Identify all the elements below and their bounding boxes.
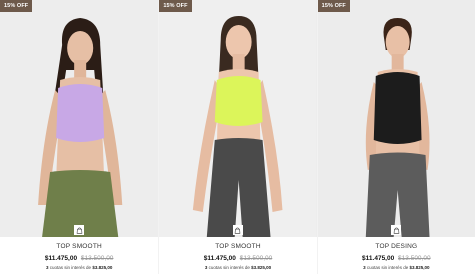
original-price: $13.500,00 [239, 255, 273, 262]
shopping-bag-icon [393, 227, 400, 234]
installments-text: cuotas sin interés de [49, 265, 92, 270]
product-info: TOP SMOOTH $11.475,00 $13.500,00 3 cuota… [159, 237, 316, 270]
price-row: $11.475,00 $13.500,00 [0, 255, 158, 262]
shopping-bag-icon [76, 227, 82, 234]
product-card[interactable]: 15% OFF TOP DESING $11.475,00 $13.500,00… [316, 0, 475, 274]
product-name[interactable]: TOP SMOOTH [159, 243, 316, 250]
installments-count: 3 [363, 265, 366, 270]
installments-text: cuotas sin interés de [366, 265, 409, 270]
installments-info: 3 cuotas sin interés de $3.825,00 [0, 265, 158, 270]
installments-count: 3 [204, 265, 208, 270]
product-card[interactable]: 15% OFF TOP SMOOTH $11.475,00 $13.500,00… [158, 0, 317, 274]
current-price: $11.475,00 [203, 255, 236, 262]
product-image[interactable]: 15% OFF [317, 0, 475, 237]
product-image[interactable]: 15% OFF [0, 0, 159, 237]
product-name[interactable]: TOP DESING [318, 243, 475, 250]
current-price: $11.475,00 [44, 255, 78, 262]
price-row: $11.475,00 $13.500,00 [318, 255, 475, 262]
discount-badge: 15% OFF [317, 0, 350, 12]
product-info: TOP SMOOTH $11.475,00 $13.500,00 3 cuota… [0, 237, 158, 270]
original-price: $13.500,00 [398, 255, 431, 262]
product-info: TOP DESING $11.475,00 $13.500,00 3 cuota… [318, 237, 475, 270]
installments-info: 3 cuotas sin interés de $3.825,00 [159, 265, 316, 270]
product-image[interactable]: 15% OFF [159, 0, 317, 237]
installments-info: 3 cuotas sin interés de $3.825,00 [318, 265, 475, 270]
original-price: $13.500,00 [80, 255, 114, 262]
add-to-cart-button[interactable] [232, 225, 243, 235]
installments-amount: $3.825,00 [251, 265, 272, 270]
product-name[interactable]: TOP SMOOTH [0, 243, 158, 250]
discount-badge: 15% OFF [0, 0, 33, 12]
add-to-cart-button[interactable] [391, 225, 402, 235]
current-price: $11.475,00 [362, 255, 395, 262]
installments-amount: $3.825,00 [409, 265, 430, 270]
installments-count: 3 [45, 265, 49, 270]
shopping-bag-icon [235, 227, 241, 234]
discount-badge: 15% OFF [159, 0, 192, 12]
price-row: $11.475,00 $13.500,00 [159, 255, 316, 262]
installments-text: cuotas sin interés de [208, 265, 250, 270]
product-grid: 15% OFF TOP SMOOTH $11.475,00 $13.500,00… [0, 0, 475, 274]
add-to-cart-button[interactable] [74, 225, 85, 235]
installments-amount: $3.825,00 [92, 265, 113, 270]
product-card[interactable]: 15% OFF TOP SMOOTH $11.475,00 $13.500,00… [0, 0, 159, 274]
